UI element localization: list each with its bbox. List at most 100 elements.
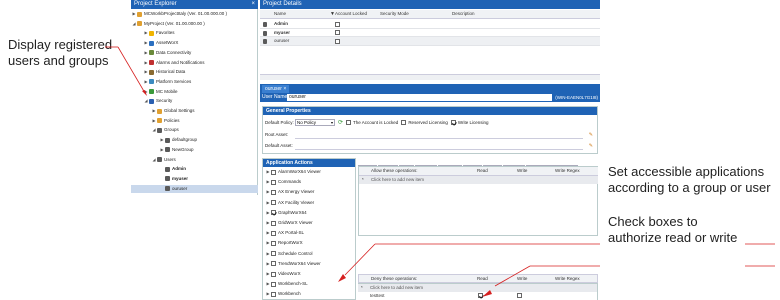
explorer-item-label: Data Connectivity [156, 49, 192, 55]
project-icon [137, 21, 142, 27]
application-item[interactable]: ▶ ReportWorX [263, 239, 303, 247]
explorer-item-label: Favorites [156, 30, 175, 36]
write-licensing-checkbox[interactable] [450, 119, 456, 125]
root-asset-label: Root Asset: [265, 132, 289, 137]
default-policy-select[interactable]: No Policy ▾ [295, 118, 335, 126]
details-column-header: Name ▼ Account Locked Security Mode Desc… [260, 10, 600, 19]
application-checkbox[interactable] [271, 169, 276, 175]
asset-icon [149, 40, 154, 46]
locked-label: The Account is Locked [353, 119, 399, 125]
application-item[interactable]: ▶ AX Portal-SL [263, 229, 304, 237]
table-row[interactable]: Admin [260, 20, 600, 29]
deny-row[interactable]: testtest [358, 292, 597, 300]
explorer-item[interactable]: ◢ Security [131, 97, 172, 105]
application-checkbox[interactable] [271, 230, 276, 236]
default-asset-field[interactable] [295, 142, 583, 150]
details-title: Project Details [263, 1, 302, 7]
application-item[interactable]: ▶ GraphWorX64 [263, 209, 307, 217]
application-checkbox[interactable] [271, 179, 276, 185]
reserved-checkbox[interactable] [401, 119, 407, 125]
explorer-item-label: Alarms and Notifications [156, 59, 205, 65]
edit-pencil-icon[interactable]: ✎ [589, 131, 593, 139]
application-item[interactable]: ▶ Workbench-SL [263, 280, 308, 288]
root-asset-field[interactable] [295, 131, 583, 139]
username-field[interactable]: ouruser [287, 94, 552, 101]
application-item[interactable]: ▶ Schedule Control [263, 250, 313, 258]
refresh-icon[interactable]: ⟳ [338, 119, 343, 126]
explorer-item[interactable]: ◢ Users [131, 156, 176, 164]
explorer-close-icon[interactable]: × [251, 0, 255, 9]
col-name[interactable]: Name [274, 10, 286, 18]
application-item[interactable]: ▶ AX Facility Viewer [263, 199, 314, 207]
deny-col-read: Read [477, 276, 488, 281]
application-checkbox[interactable] [271, 220, 276, 226]
user-icon [263, 30, 267, 36]
deny-read-checkbox[interactable] [478, 293, 483, 298]
deny-add-item[interactable]: Click here to add new item [370, 284, 423, 292]
application-actions-title: Application Actions [263, 159, 355, 167]
application-item[interactable]: ▶ TrendWorX64 Viewer [263, 260, 321, 268]
explorer-item-label: defaultgroup [172, 137, 198, 143]
application-checkbox[interactable] [271, 189, 276, 195]
explorer-item[interactable]: ▶ NewGroup [131, 146, 194, 154]
application-item[interactable]: ▶ GridWorX Viewer [263, 219, 313, 227]
table-row[interactable]: ouruser [260, 37, 600, 46]
deny-write-checkbox[interactable] [517, 293, 522, 298]
application-item-label: Workbench [278, 291, 301, 297]
application-item[interactable]: ▶ AX Energy Viewer [263, 188, 314, 196]
application-checkbox[interactable] [271, 240, 276, 246]
allow-add-row[interactable]: * Click here to add new item [359, 176, 598, 184]
star-icon [149, 30, 154, 36]
user-tab-close-icon[interactable]: × [283, 86, 286, 92]
explorer-item[interactable]: myuser [131, 175, 188, 183]
explorer-item[interactable]: ▶ Alarms and Notifications [131, 59, 205, 67]
application-checkbox[interactable] [271, 251, 276, 257]
application-checkbox[interactable] [271, 261, 276, 267]
add-star-icon: * [362, 177, 364, 182]
allow-add-item[interactable]: Click here to add new item [371, 176, 424, 184]
explorer-item[interactable]: ▶ Data Connectivity [131, 49, 191, 57]
explorer-item[interactable]: ▶ Policies [131, 117, 180, 125]
details-scrollbar[interactable] [260, 74, 600, 80]
application-item[interactable]: ▶ Workbench [263, 290, 301, 298]
explorer-item[interactable]: ▶ MC Mobile [131, 88, 178, 96]
explorer-item[interactable]: ◢ Groups [131, 126, 179, 134]
explorer-item[interactable]: ouruser [131, 184, 258, 193]
application-checkbox[interactable] [271, 281, 276, 287]
application-checkbox[interactable] [271, 210, 276, 216]
locked-checkbox[interactable] [346, 119, 352, 125]
groups-icon [157, 127, 162, 133]
points-tabs: PointsAlarmsFilesStationsMethodsAssetsMo… [358, 158, 579, 173]
explorer-item[interactable]: ▶ Favorites [131, 29, 175, 37]
explorer-item-label: ouruser [172, 185, 188, 191]
user-tab[interactable]: ouruser × [262, 85, 290, 93]
explorer-item[interactable]: Admin [131, 165, 186, 173]
allow-col-write-regex: Write Regex [555, 168, 580, 173]
account-locked-checkbox[interactable] [335, 30, 340, 35]
explorer-item[interactable]: ▶ AssetWorX [131, 39, 178, 47]
edit-pencil-icon[interactable]: ✎ [589, 142, 593, 150]
application-item[interactable]: ▶ VideoWorX [263, 270, 301, 278]
deny-add-row[interactable]: * Click here to add new item [358, 284, 597, 292]
application-item[interactable]: ▶ Commands [263, 178, 301, 186]
project-details-panel: Project Details Name ▼ Account Locked Se… [260, 0, 600, 82]
explorer-item-label: Historical Data [156, 69, 186, 75]
col-description[interactable]: Description [452, 10, 475, 18]
explorer-item[interactable]: ▶ Platform Services [131, 78, 191, 86]
application-checkbox[interactable] [271, 271, 276, 277]
application-checkbox[interactable] [271, 291, 276, 297]
col-account-locked[interactable]: Account Locked [335, 10, 367, 18]
table-row[interactable]: myuser [260, 29, 600, 37]
account-locked-checkbox[interactable] [335, 38, 340, 44]
explorer-item[interactable]: ▶ Global Settings [131, 107, 195, 115]
application-checkbox[interactable] [271, 200, 276, 206]
explorer-item[interactable]: ▶ Historical Data [131, 68, 185, 76]
explorer-item[interactable]: ◢ MyProject (Ver. 01.00.000.00 ) [131, 20, 205, 28]
application-item[interactable]: ▶ AlarmWorX64 Viewer [263, 168, 321, 176]
account-locked-checkbox[interactable] [335, 21, 340, 27]
group-icon [165, 147, 170, 153]
explorer-item[interactable]: ▶ MCWorkbProjectItaly (Ver. 01.00.000.00 … [131, 10, 227, 18]
explorer-item[interactable]: ▶ defaultgroup [131, 136, 197, 144]
col-security-mode[interactable]: Security Mode [380, 10, 409, 18]
allow-grid-header: Allow these operations: Read Write Write… [359, 167, 598, 176]
